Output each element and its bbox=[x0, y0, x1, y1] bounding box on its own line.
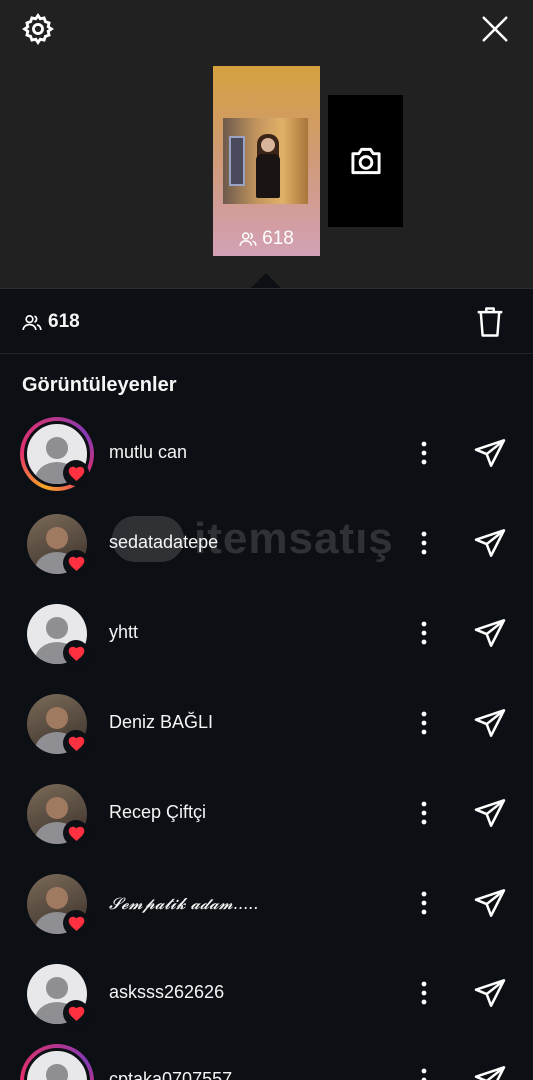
viewers-section-title: Görüntüleyenler bbox=[22, 374, 177, 396]
avatar[interactable] bbox=[20, 417, 94, 491]
send-icon bbox=[474, 439, 506, 467]
liked-badge bbox=[63, 550, 89, 576]
more-options-icon bbox=[421, 891, 427, 915]
selection-pointer bbox=[251, 273, 281, 288]
more-options-icon bbox=[421, 981, 427, 1005]
send-message-button[interactable] bbox=[470, 704, 510, 742]
more-options-button[interactable] bbox=[412, 615, 436, 651]
more-options-icon bbox=[421, 711, 427, 735]
more-options-icon bbox=[421, 441, 427, 465]
send-icon bbox=[474, 529, 506, 557]
avatar[interactable] bbox=[20, 957, 94, 1031]
avatar[interactable] bbox=[20, 1044, 94, 1080]
send-icon bbox=[474, 619, 506, 647]
viewer-username[interactable]: sedatadatepe bbox=[109, 532, 218, 553]
viewer-count[interactable]: 618 bbox=[22, 311, 80, 333]
more-options-icon bbox=[421, 801, 427, 825]
heart-icon bbox=[68, 646, 84, 661]
heart-icon bbox=[68, 916, 84, 931]
more-options-icon bbox=[421, 621, 427, 645]
viewer-username[interactable]: asksss262626 bbox=[109, 982, 224, 1003]
send-message-button[interactable] bbox=[470, 614, 510, 652]
story-photo bbox=[223, 118, 308, 204]
send-message-button[interactable] bbox=[470, 1061, 510, 1080]
viewer-username[interactable]: cptaka0707557 bbox=[109, 1069, 232, 1080]
viewer-username[interactable]: Deniz BAĞLI bbox=[109, 712, 213, 733]
liked-badge bbox=[63, 460, 89, 486]
viewer-username[interactable]: mutlu can bbox=[109, 442, 187, 463]
avatar[interactable] bbox=[20, 597, 94, 671]
liked-badge bbox=[63, 1000, 89, 1026]
viewer-username[interactable]: 𝓢𝓮𝓶𝓹𝓪𝓽𝓲𝓴 𝓪𝓭𝓪𝓶..... bbox=[109, 894, 258, 914]
send-icon bbox=[474, 709, 506, 737]
gear-icon bbox=[22, 13, 54, 45]
send-icon bbox=[474, 1066, 506, 1080]
avatar[interactable] bbox=[20, 777, 94, 851]
people-icon bbox=[22, 314, 42, 330]
send-message-button[interactable] bbox=[470, 974, 510, 1012]
viewer-row[interactable]: yhtt bbox=[0, 597, 533, 687]
liked-badge bbox=[63, 820, 89, 846]
heart-icon bbox=[68, 466, 84, 481]
more-options-button[interactable] bbox=[412, 795, 436, 831]
viewer-row[interactable]: Recep Çiftçi bbox=[0, 777, 533, 867]
send-message-button[interactable] bbox=[470, 524, 510, 562]
avatar[interactable] bbox=[20, 507, 94, 581]
viewer-row[interactable]: mutlu can bbox=[0, 417, 533, 507]
more-options-button[interactable] bbox=[412, 975, 436, 1011]
liked-badge bbox=[63, 640, 89, 666]
heart-icon bbox=[68, 1006, 84, 1021]
viewer-row[interactable]: Deniz BAĞLI bbox=[0, 687, 533, 777]
settings-button[interactable] bbox=[18, 9, 58, 49]
viewer-row[interactable]: asksss262626 bbox=[0, 957, 533, 1047]
people-icon bbox=[239, 232, 257, 246]
viewer-row[interactable]: 𝓢𝓮𝓶𝓹𝓪𝓽𝓲𝓴 𝓪𝓭𝓪𝓶..... bbox=[0, 867, 533, 957]
trash-icon bbox=[477, 307, 503, 337]
viewer-count-value: 618 bbox=[48, 311, 80, 332]
send-icon bbox=[474, 799, 506, 827]
story-preview-area: 618 bbox=[0, 0, 533, 288]
more-options-button[interactable] bbox=[412, 705, 436, 741]
thumbnail-view-count-value: 618 bbox=[262, 228, 294, 249]
viewer-row[interactable]: cptaka0707557 bbox=[0, 1044, 533, 1080]
send-icon bbox=[474, 979, 506, 1007]
thumbnail-view-count: 618 bbox=[213, 228, 320, 250]
delete-button[interactable] bbox=[472, 303, 508, 341]
liked-badge bbox=[63, 910, 89, 936]
viewer-username[interactable]: Recep Çiftçi bbox=[109, 802, 206, 823]
send-icon bbox=[474, 889, 506, 917]
send-message-button[interactable] bbox=[470, 884, 510, 922]
add-story-button[interactable] bbox=[328, 95, 403, 227]
camera-icon bbox=[350, 147, 381, 175]
more-options-icon bbox=[421, 531, 427, 555]
close-button[interactable] bbox=[475, 9, 515, 49]
heart-icon bbox=[68, 736, 84, 751]
viewer-row[interactable]: sedatadatepe bbox=[0, 507, 533, 597]
heart-icon bbox=[68, 556, 84, 571]
viewer-username[interactable]: yhtt bbox=[109, 622, 138, 643]
more-options-button[interactable] bbox=[412, 885, 436, 921]
story-thumbnail[interactable]: 618 bbox=[213, 66, 320, 256]
heart-icon bbox=[68, 826, 84, 841]
more-options-button[interactable] bbox=[412, 435, 436, 471]
avatar[interactable] bbox=[20, 867, 94, 941]
more-options-icon bbox=[421, 1068, 427, 1080]
send-message-button[interactable] bbox=[470, 434, 510, 472]
stats-bar: 618 bbox=[0, 288, 533, 354]
more-options-button[interactable] bbox=[412, 1062, 436, 1080]
liked-badge bbox=[63, 730, 89, 756]
send-message-button[interactable] bbox=[470, 794, 510, 832]
close-icon bbox=[482, 16, 508, 42]
more-options-button[interactable] bbox=[412, 525, 436, 561]
avatar[interactable] bbox=[20, 687, 94, 761]
